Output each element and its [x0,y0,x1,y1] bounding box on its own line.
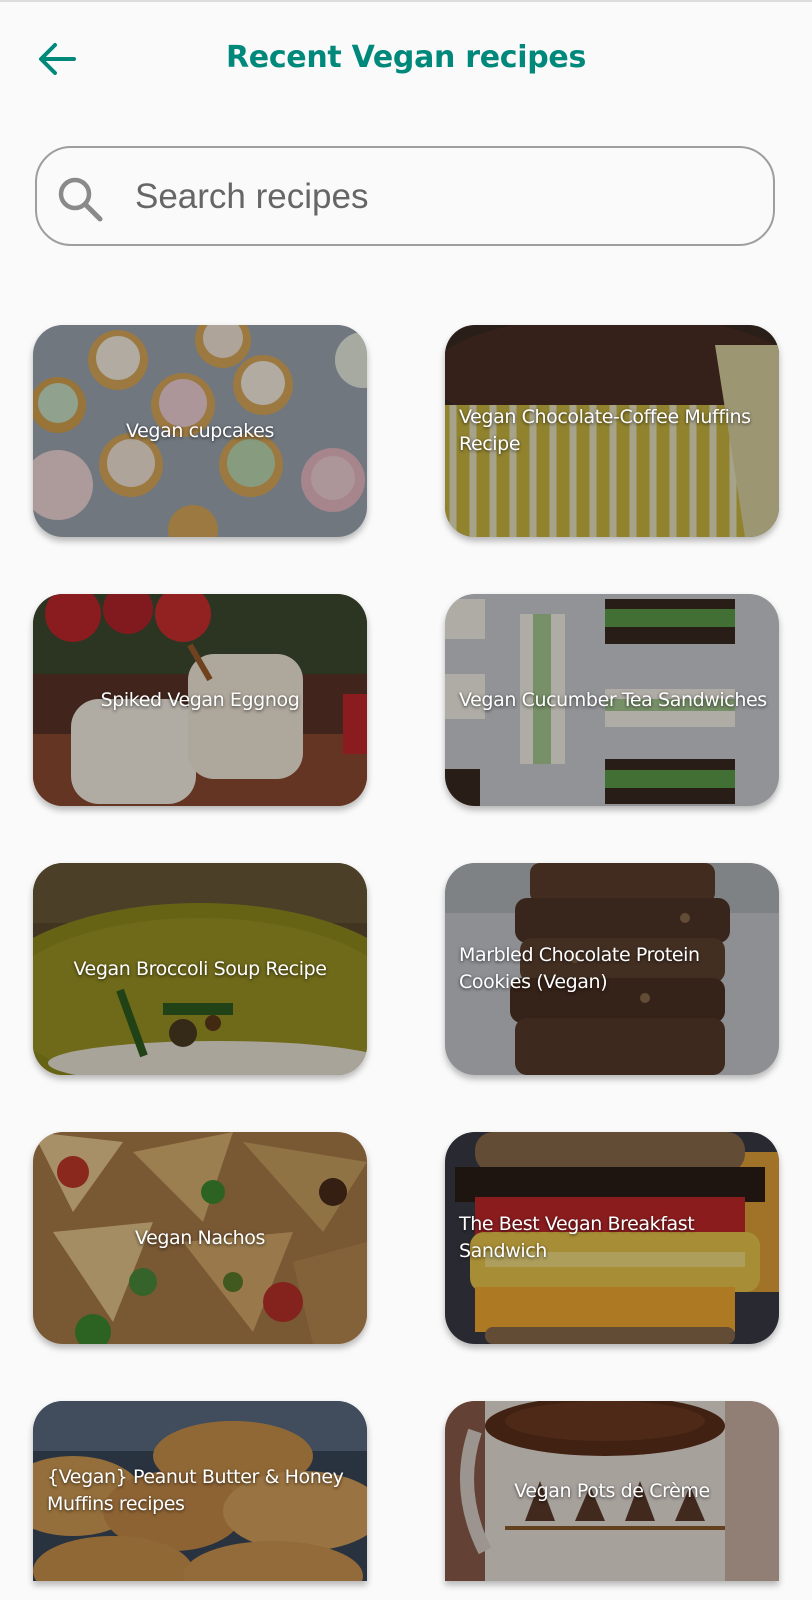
recipe-card[interactable]: {Vegan} Peanut Butter & Honey Muffins re… [33,1401,367,1581]
recipe-title: Vegan Pots de Crème [514,1479,710,1502]
recipe-title: {Vegan} Peanut Butter & Honey Muffins re… [47,1466,344,1515]
recipe-title: Vegan Broccoli Soup Recipe [73,957,327,980]
recipe-card[interactable]: Spiked Vegan Eggnog [33,594,367,806]
recipe-title: Spiked Vegan Eggnog [100,688,300,711]
recipe-title: Marbled Chocolate Protein Cookies (Vegan… [459,944,700,993]
recipe-title: Vegan cupcakes [126,419,274,442]
recipe-title: Vegan Cucumber Tea Sandwiches [459,688,767,711]
recipe-grid: Vegan cupcakes Vegan Chocolate-Coffee Mu… [0,0,812,1600]
recipe-card[interactable]: The Best Vegan Breakfast Sandwich [445,1132,779,1344]
recipe-card[interactable]: Marbled Chocolate Protein Cookies (Vegan… [445,863,779,1075]
recipe-card[interactable]: Vegan Nachos [33,1132,367,1344]
recipe-title: Vegan Nachos [134,1226,266,1249]
recipe-card[interactable]: Vegan Pots de Crème [445,1401,779,1581]
recipe-card[interactable]: Vegan Cucumber Tea Sandwiches [445,594,779,806]
recipe-card[interactable]: Vegan cupcakes [33,325,367,537]
recipe-card[interactable]: Vegan Broccoli Soup Recipe [33,863,367,1075]
recipe-title: Vegan Chocolate-Coffee Muffins Recipe [459,406,751,455]
recipe-card[interactable]: Vegan Chocolate-Coffee Muffins Recipe [445,325,779,537]
recipe-title: The Best Vegan Breakfast Sandwich [459,1213,695,1262]
